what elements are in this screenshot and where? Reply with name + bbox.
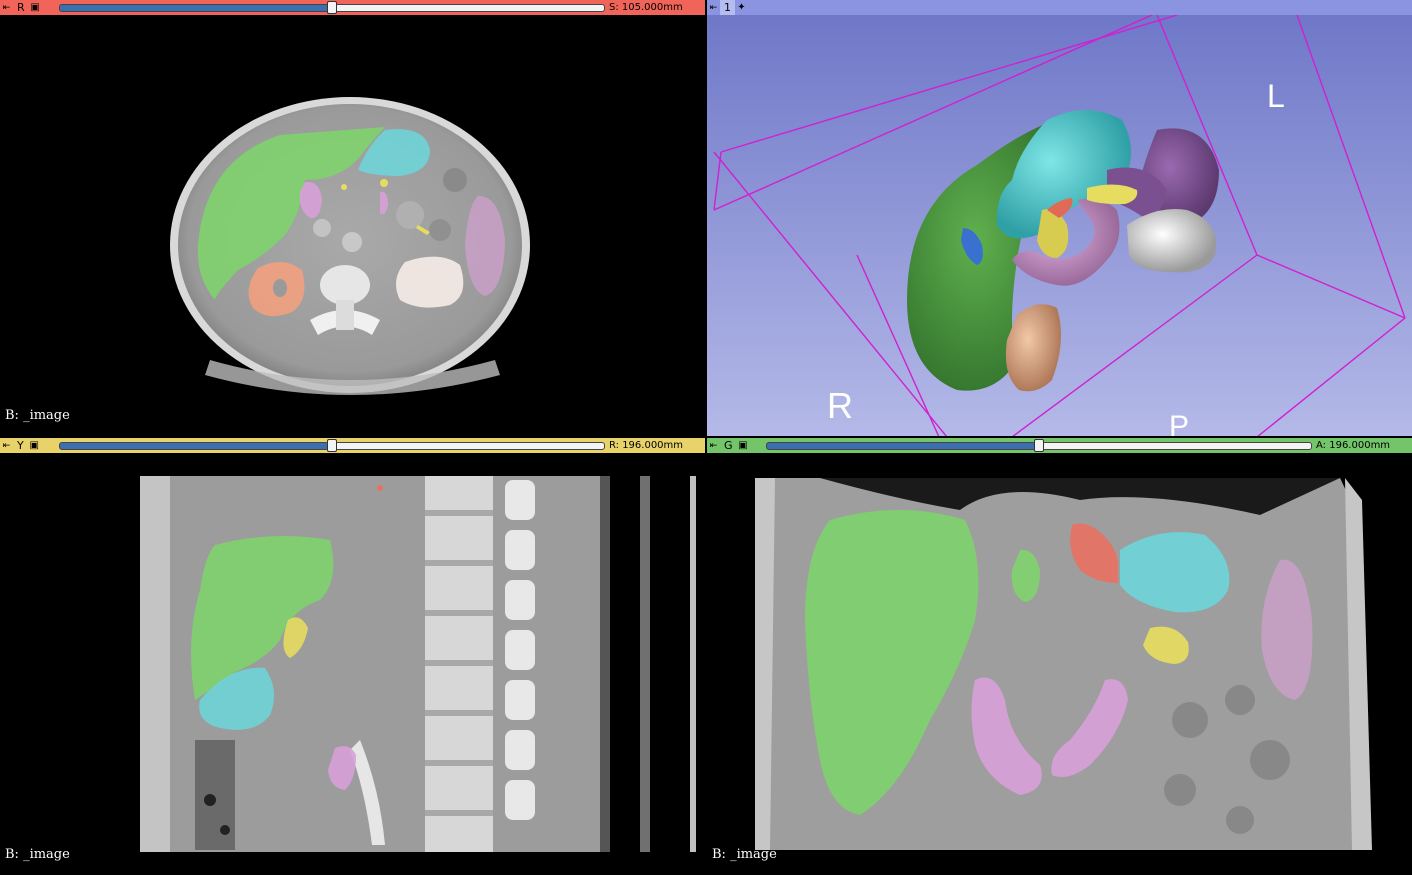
slice-offset-readout: A: 196.000mm bbox=[1316, 440, 1391, 451]
coronal-image-canvas[interactable] bbox=[707, 453, 1412, 875]
view-label: R bbox=[17, 1, 25, 14]
slice-slider-track[interactable] bbox=[766, 442, 1036, 450]
pin-icon[interactable]: ⇤ bbox=[0, 0, 13, 15]
3d-view[interactable]: ⇤ 1 ✦ L R P bbox=[707, 0, 1412, 436]
slice-offset-readout: R: 196.000mm bbox=[609, 440, 684, 451]
slice-slider-thumb[interactable] bbox=[327, 1, 337, 14]
corner-annotation: B: _image bbox=[5, 847, 70, 862]
slice-slider-track-remaining[interactable] bbox=[333, 4, 605, 12]
slice-slider-thumb[interactable] bbox=[1034, 439, 1044, 452]
3d-view-controller-bar: ⇤ 1 ✦ bbox=[707, 0, 1412, 15]
slice-slider-track-remaining[interactable] bbox=[1040, 442, 1312, 450]
red-slice-view[interactable]: ⇤ R ▣ S: 105.000mm B: _image bbox=[0, 0, 705, 436]
left-kidney-3d bbox=[1127, 209, 1217, 273]
slice-slider-thumb[interactable] bbox=[327, 439, 337, 452]
link-icon[interactable]: ▣ bbox=[28, 439, 41, 452]
red-view-controller-bar: ⇤ R ▣ S: 105.000mm bbox=[0, 0, 705, 15]
axial-image-canvas[interactable] bbox=[0, 15, 705, 436]
corner-annotation: B: _image bbox=[5, 408, 70, 423]
yellow-view-controller-bar: ⇤ Y ▣ R: 196.000mm bbox=[0, 438, 705, 453]
link-icon[interactable]: ▣ bbox=[737, 439, 750, 452]
pin-icon[interactable]: ⇤ bbox=[707, 0, 720, 15]
pin-icon[interactable]: ⇤ bbox=[0, 438, 13, 453]
pin-icon[interactable]: ⇤ bbox=[707, 438, 720, 453]
orientation-posterior: P bbox=[1169, 410, 1189, 436]
view-label: 1 bbox=[720, 0, 735, 15]
slice-slider-track-remaining[interactable] bbox=[333, 442, 605, 450]
vertebra bbox=[320, 265, 370, 305]
slice-slider-track[interactable] bbox=[59, 442, 329, 450]
view-label: G bbox=[724, 439, 733, 452]
sagittal-image-canvas[interactable] bbox=[0, 453, 705, 875]
center-view-icon[interactable]: ✦ bbox=[735, 1, 748, 14]
yellow-slice-view[interactable]: ⇤ Y ▣ R: 196.000mm B: _image bbox=[0, 438, 705, 875]
link-icon[interactable]: ▣ bbox=[29, 1, 42, 14]
left-kidney-segment bbox=[396, 256, 464, 308]
corner-annotation: B: _image bbox=[712, 847, 777, 862]
green-view-controller-bar: ⇤ G ▣ A: 196.000mm bbox=[707, 438, 1412, 453]
slice-slider-track[interactable] bbox=[59, 4, 329, 12]
pancreas-3d bbox=[1087, 184, 1138, 205]
green-slice-view[interactable]: ⇤ G ▣ A: 196.000mm B: _image bbox=[707, 438, 1412, 875]
slice-offset-readout: S: 105.000mm bbox=[609, 2, 683, 13]
view-label: Y bbox=[17, 439, 24, 452]
3d-render-canvas[interactable]: L R P bbox=[707, 15, 1412, 436]
orientation-left: L bbox=[1267, 78, 1285, 114]
orientation-right: R bbox=[827, 385, 853, 426]
